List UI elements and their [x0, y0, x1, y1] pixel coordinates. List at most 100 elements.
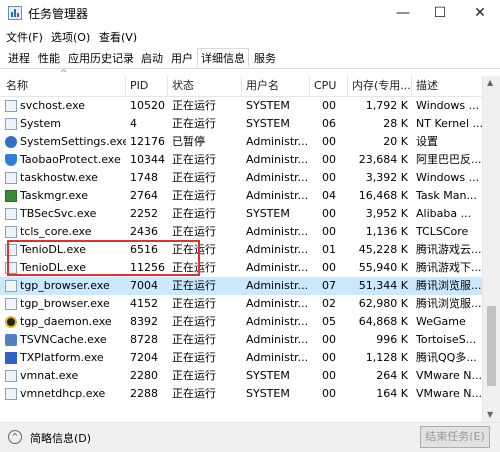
process-user: SYSTEM — [246, 117, 290, 130]
menu-view[interactable]: 查看(V) — [99, 29, 137, 45]
process-status: 正在运行 — [172, 351, 216, 364]
process-row[interactable]: TSVNCache.exe 8728 正在运行 Administr... 00 996 K… — [0, 331, 482, 349]
process-memory: 264 K — [376, 369, 408, 382]
scrollbar-thumb[interactable] — [487, 306, 496, 386]
process-user: Administr... — [246, 315, 309, 328]
process-cpu: 00 — [322, 135, 336, 148]
column-description[interactable]: 描述 — [412, 76, 482, 96]
process-pid: 12176 — [130, 135, 165, 148]
tab-performance[interactable]: 性能 — [34, 48, 64, 67]
process-name: tgp_browser.exe — [20, 279, 110, 292]
process-name: TenioDL.exe — [20, 261, 86, 274]
maximize-button[interactable]: ☐ — [420, 0, 460, 26]
chevron-up-icon[interactable]: ^ — [8, 430, 22, 444]
process-status: 正在运行 — [172, 99, 216, 112]
scroll-down-icon[interactable]: ▼ — [487, 410, 493, 419]
process-cpu: 04 — [322, 189, 336, 202]
process-name: tcls_core.exe — [20, 225, 92, 238]
process-row[interactable]: tgp_daemon.exe 8392 正在运行 Administr... 05 64,8… — [0, 313, 482, 331]
process-status: 正在运行 — [172, 297, 216, 310]
process-status: 正在运行 — [172, 207, 216, 220]
process-row[interactable]: System 4 正在运行 SYSTEM 06 28 K NT Kernel ... — [0, 115, 482, 133]
process-pid: 2436 — [130, 225, 158, 238]
window-title: 任务管理器 — [28, 7, 89, 21]
menu-bar: 文件(F) 选项(O) 查看(V) — [0, 26, 500, 46]
process-row[interactable]: taskhostw.exe 1748 正在运行 Administr... 00 3,392… — [0, 169, 482, 187]
tab-bar: 进程 性能 应用历史记录 启动 用户 详细信息 服务 — [0, 46, 500, 69]
process-name: svchost.exe — [20, 99, 86, 112]
process-row[interactable]: vmnat.exe 2280 正在运行 SYSTEM 00 264 K VMware N..… — [0, 367, 482, 385]
column-cpu[interactable]: CPU — [310, 76, 348, 96]
scroll-up-icon[interactable]: ▲ — [487, 78, 493, 87]
process-pid: 2764 — [130, 189, 158, 202]
menu-file[interactable]: 文件(F) — [6, 29, 43, 45]
process-row[interactable]: vmnetdhcp.exe 2288 正在运行 SYSTEM 00 164 K VMware… — [0, 385, 482, 403]
end-task-button[interactable]: 结束任务(E) — [420, 426, 490, 448]
column-memory[interactable]: 内存(专用... — [348, 76, 412, 96]
tab-users[interactable]: 用户 — [167, 48, 197, 67]
process-memory: 3,952 K — [365, 207, 408, 220]
process-memory: 20 K — [383, 135, 408, 148]
process-description: VMware N... — [416, 387, 482, 400]
process-row[interactable]: tcls_core.exe 2436 正在运行 Administr... 00 1,136… — [0, 223, 482, 241]
column-username[interactable]: 用户名 — [242, 76, 310, 96]
process-row[interactable]: SystemSettings.exe 12176 已暂停 Administr... 00… — [0, 133, 482, 151]
process-user: Administr... — [246, 261, 309, 274]
tab-details[interactable]: 详细信息 — [197, 48, 249, 67]
process-pid: 10344 — [130, 153, 165, 166]
process-pid: 2288 — [130, 387, 158, 400]
process-row[interactable]: TBSecSvc.exe 2252 正在运行 SYSTEM 00 3,952 K Aliba… — [0, 205, 482, 223]
column-status[interactable]: 状态 — [168, 76, 242, 96]
process-name: TBSecSvc.exe — [20, 207, 97, 220]
process-status: 正在运行 — [172, 369, 216, 382]
process-name: TSVNCache.exe — [20, 333, 107, 346]
fewer-details-link[interactable]: 简略信息(D) — [30, 430, 91, 446]
process-name: TXPlatform.exe — [20, 351, 104, 364]
process-status: 正在运行 — [172, 171, 216, 184]
tab-app-history[interactable]: 应用历史记录 — [64, 48, 138, 67]
task-manager-icon — [8, 6, 22, 20]
tab-startup[interactable]: 启动 — [137, 48, 167, 67]
tab-services[interactable]: 服务 — [250, 48, 280, 67]
close-button[interactable]: ✕ — [460, 0, 500, 26]
process-status: 正在运行 — [172, 243, 216, 256]
column-pid[interactable]: PID — [126, 76, 168, 96]
process-status: 已暂停 — [172, 135, 205, 148]
process-user: Administr... — [246, 135, 309, 148]
process-description: 腾讯浏览服... — [416, 297, 482, 310]
process-row[interactable]: TXPlatform.exe 7204 正在运行 Administr... 00 1,12… — [0, 349, 482, 367]
process-description: Task Man... — [416, 189, 477, 202]
process-list: svchost.exe 10520 正在运行 SYSTEM 00 1,792 K Windo… — [0, 97, 482, 403]
process-row[interactable]: svchost.exe 10520 正在运行 SYSTEM 00 1,792 K Windo… — [0, 97, 482, 115]
process-status: 正在运行 — [172, 315, 216, 328]
process-cpu: 00 — [322, 207, 336, 220]
process-user: Administr... — [246, 333, 309, 346]
process-row[interactable]: Taskmgr.exe 2764 正在运行 Administr... 04 16,468 … — [0, 187, 482, 205]
process-pid: 4152 — [130, 297, 158, 310]
vertical-scrollbar[interactable]: ▲ ▼ — [482, 76, 500, 422]
process-cpu: 01 — [322, 243, 336, 256]
process-cpu: 05 — [322, 315, 336, 328]
process-row[interactable]: tgp_browser.exe 7004 正在运行 Administr... 07 51,… — [0, 277, 482, 295]
process-row[interactable]: TenioDL.exe 11256 正在运行 Administr... 00 55,940… — [0, 259, 482, 277]
minimize-button[interactable]: — — [383, 0, 423, 26]
process-pid: 6516 — [130, 243, 158, 256]
process-user: SYSTEM — [246, 207, 290, 220]
process-cpu: 00 — [322, 369, 336, 382]
process-status: 正在运行 — [172, 333, 216, 346]
process-description: TCLSCore — [416, 225, 469, 238]
process-description: Windows ... — [416, 171, 480, 184]
process-row[interactable]: tgp_browser.exe 4152 正在运行 Administr... 02 62,… — [0, 295, 482, 313]
process-row[interactable]: TaobaoProtect.exe 10344 正在运行 Administr... 00… — [0, 151, 482, 169]
process-memory: 23,684 K — [358, 153, 408, 166]
process-memory: 62,980 K — [358, 297, 408, 310]
process-cpu: 00 — [322, 225, 336, 238]
process-row[interactable]: TenioDL.exe 6516 正在运行 Administr... 01 45,228 … — [0, 241, 482, 259]
process-name: vmnetdhcp.exe — [20, 387, 106, 400]
process-description: NT Kernel ... — [416, 117, 482, 130]
column-name[interactable]: 名称 — [0, 76, 126, 96]
process-description: 腾讯游戏云... — [416, 243, 482, 256]
menu-options[interactable]: 选项(O) — [51, 29, 90, 45]
process-name: TaobaoProtect.exe — [20, 153, 121, 166]
tab-processes[interactable]: 进程 — [4, 48, 34, 67]
